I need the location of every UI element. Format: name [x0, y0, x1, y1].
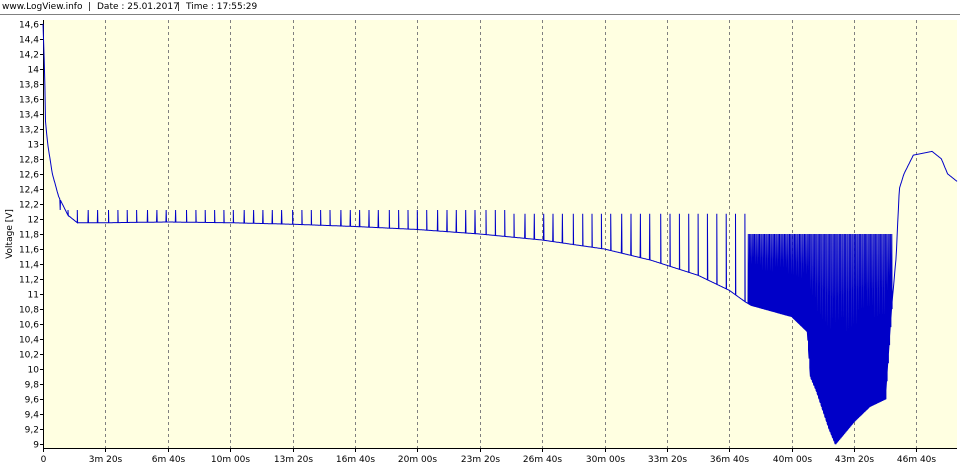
y-axis: 9 9,2 9,4 9,6 9,8 10 10,2 10,4 10,6 10,8 11 11,2 11,… [19, 20, 44, 452]
y-tick-label: 9,4 [25, 411, 40, 421]
y-tick-label: 12,6 [19, 171, 39, 181]
header-separator: | [177, 2, 181, 12]
y-tick-label: 11,6 [19, 246, 39, 256]
log-header: www.LogView.info | Date : 25.01.2017 | T… [0, 0, 960, 14]
time-label: Time : 17:55:29 [186, 2, 258, 12]
y-tick-label: 10,8 [19, 306, 39, 316]
y-tick-label: 14,2 [19, 51, 39, 61]
y-tick-label: 12,8 [19, 156, 39, 166]
y-tick-label: 12,4 [19, 186, 39, 196]
site-label: www.LogView.info [2, 2, 83, 12]
y-axis-label: Voltage [V] [5, 209, 15, 259]
y-tick-label: 10,4 [19, 336, 39, 346]
y-tick-label: 13,8 [19, 81, 39, 91]
y-tick-label: 14,4 [19, 36, 39, 46]
voltage-chart: 9 9,2 9,4 9,6 9,8 10 10,2 10,4 10,6 10,8 11 11,2 11,… [5, 20, 958, 462]
y-tick-label: 12,2 [19, 201, 39, 211]
y-tick-label: 10 [28, 366, 40, 376]
y-tick-label: 13,4 [19, 111, 39, 121]
y-tick-label: 12 [28, 216, 39, 226]
y-tick-label: 10,6 [19, 321, 39, 331]
y-tick-label: 11,2 [19, 276, 39, 286]
y-tick-label: 13,2 [19, 126, 39, 136]
y-tick-label: 10,2 [19, 351, 39, 361]
date-label: Date : 25.01.2017 [97, 2, 179, 12]
chart-frame: 9 9,2 9,4 9,6 9,8 10 10,2 10,4 10,6 10,8 11 11,2 11,… [0, 14, 960, 462]
x-axis: 0 3m 20s 6m 40s 10m 00s 13m 20s 16m 40s 20m 00… [41, 448, 957, 462]
y-tick-label: 14,6 [19, 21, 39, 31]
y-tick-label: 9,2 [25, 426, 39, 436]
y-tick-label: 11 [28, 291, 39, 301]
y-tick-label: 14 [28, 66, 40, 76]
y-tick-label: 13 [28, 141, 39, 151]
y-tick-label: 11,4 [19, 261, 39, 271]
y-tick-label: 9,8 [25, 381, 40, 391]
header-separator: | [88, 2, 92, 12]
y-tick-label: 9,6 [25, 396, 40, 406]
y-tick-label: 9 [33, 441, 39, 451]
y-tick-label: 13,6 [19, 96, 39, 106]
y-tick-label: 11,8 [19, 231, 39, 241]
